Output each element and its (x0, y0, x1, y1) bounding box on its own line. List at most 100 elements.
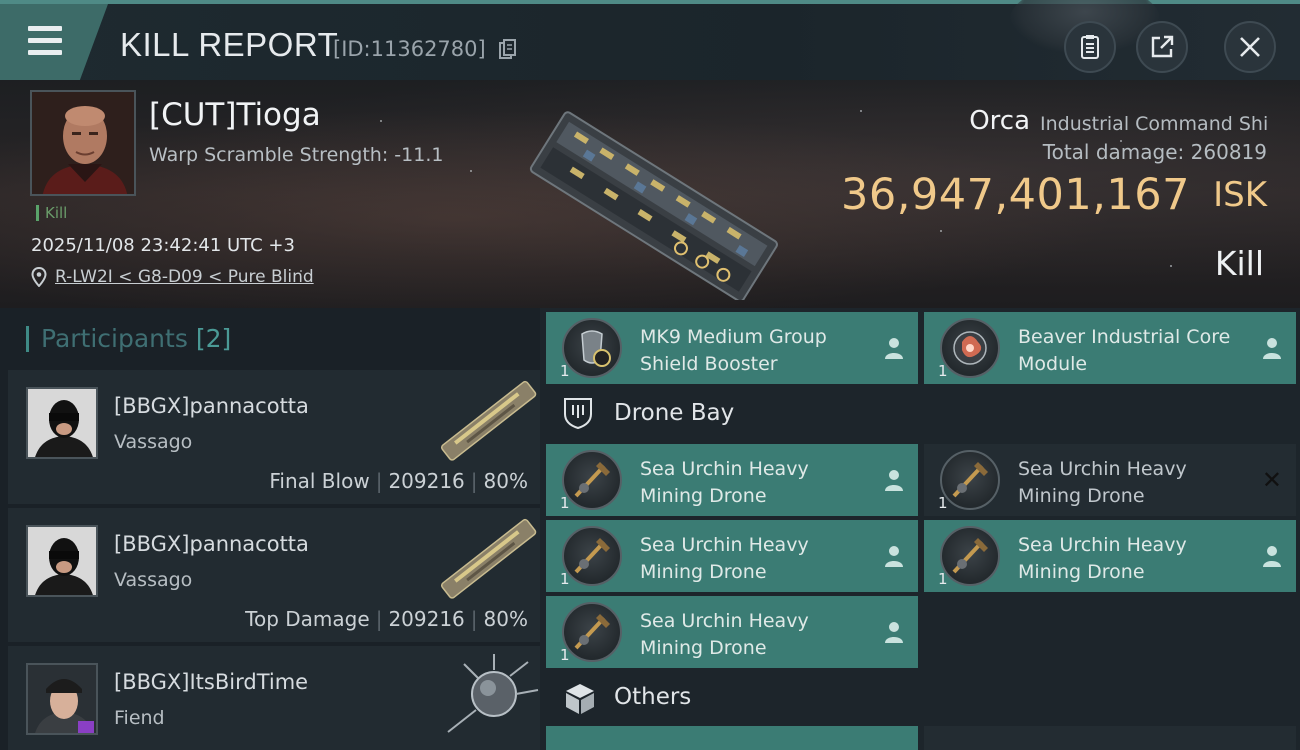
person-icon (1263, 338, 1281, 359)
kill-datetime: 2025/11/08 23:42:41 UTC +3 (31, 235, 295, 256)
mining-drone-icon (940, 450, 1000, 510)
victim-portrait[interactable] (30, 90, 136, 196)
participant-damage: 209216 (388, 607, 465, 631)
item-slot[interactable]: 1 Beaver Industrial Core Module (924, 312, 1296, 384)
mining-drone-icon (562, 450, 622, 510)
mining-drone-icon (562, 602, 622, 662)
participant-percent: 80% (483, 607, 528, 631)
participant-portrait (26, 663, 98, 735)
shield-drone-icon (564, 398, 592, 430)
item-quantity: 1 (560, 494, 570, 512)
item-name: Sea Urchin Heavy Mining Drone (640, 458, 809, 507)
participant-ship: Vassago (114, 431, 193, 453)
participant-ship-image (447, 654, 539, 733)
participant-percent: 80% (483, 469, 528, 493)
item-quantity: 1 (560, 646, 570, 664)
location-pin-icon (31, 267, 47, 287)
menu-icon (28, 26, 62, 56)
copy-icon[interactable] (499, 39, 517, 60)
item-slot[interactable] (924, 726, 1296, 750)
victim-name[interactable]: [CUT]Tioga (149, 97, 321, 133)
location-link[interactable]: R-LW2I < G8-D09 < Pure Blind (55, 267, 314, 287)
cube-icon (566, 684, 594, 714)
participant-stats: Final Blow | 209216 | 80% (269, 469, 528, 493)
total-damage-label: Total damage: (1042, 140, 1185, 164)
items-panel: 1 MK9 Medium Group Shield Booster 1 Beav… (540, 308, 1300, 750)
person-icon (885, 622, 903, 643)
mining-drone-icon (562, 526, 622, 586)
avatar (28, 665, 96, 733)
item-name: Sea Urchin Heavy Mining Drone (1018, 458, 1187, 507)
item-quantity: 1 (938, 362, 948, 380)
core-module-icon (940, 318, 1000, 378)
item-quantity: 1 (938, 494, 948, 512)
item-slot[interactable]: 1 Sea Urchin Heavy Mining Drone (924, 520, 1296, 592)
mining-drone-icon (940, 526, 1000, 586)
drone-bay-title: Drone Bay (614, 400, 735, 426)
person-icon (885, 546, 903, 567)
participants-panel: Participants [2] [BBGX]pannacotta Vassag… (0, 308, 540, 750)
clipboard-icon (1081, 35, 1099, 59)
participant-portrait (26, 525, 98, 597)
participant-role: Final Blow (269, 469, 370, 493)
person-icon (885, 338, 903, 359)
clipboard-button[interactable] (1064, 21, 1116, 73)
participant-card[interactable]: [BBGX]ItsBirdTime Fiend (8, 646, 540, 750)
shield-booster-icon (562, 318, 622, 378)
participants-header[interactable]: Participants [2] (26, 326, 231, 352)
header-bar: KILL REPORT [ID:11362780] (0, 0, 1300, 80)
item-name: MK9 Medium Group Shield Booster (640, 326, 827, 375)
participant-name[interactable]: [BBGX]pannacotta (114, 394, 309, 418)
participant-card[interactable]: [BBGX]pannacotta Vassago Final Blow | 2092… (8, 370, 540, 504)
menu-button[interactable] (0, 4, 108, 80)
isk-value: 36,947,401,167 (841, 170, 1190, 220)
item-slot[interactable]: 1 Sea Urchin Heavy Mining Drone (546, 444, 918, 516)
participant-stats: Top Damage | 209216 | 80% (245, 607, 528, 631)
destroyed-x-icon: ✕ (1261, 466, 1282, 494)
avatar (28, 389, 96, 457)
avatar (32, 92, 134, 194)
item-slot[interactable]: 1 Sea Urchin Heavy Mining Drone (546, 520, 918, 592)
kill-result: Kill (1214, 244, 1264, 283)
share-button[interactable] (1136, 21, 1188, 73)
item-name: Sea Urchin Heavy Mining Drone (640, 610, 809, 659)
participant-name[interactable]: [BBGX]ItsBirdTime (114, 670, 308, 694)
avatar (28, 527, 96, 595)
others-title: Others (614, 684, 692, 710)
kill-tag: Kill (36, 205, 67, 221)
item-name: Sea Urchin Heavy Mining Drone (1018, 534, 1187, 583)
page-title: KILL REPORT (120, 26, 339, 63)
participant-ship-image (440, 518, 537, 599)
report-id: [ID:11362780] (333, 37, 486, 61)
close-icon (1240, 37, 1260, 57)
item-slot[interactable] (546, 726, 918, 750)
victim-ship-class: Industrial Command Shi (1040, 113, 1268, 135)
close-button[interactable] (1224, 21, 1276, 73)
isk-unit: ISK (1213, 175, 1267, 215)
item-quantity: 1 (560, 570, 570, 588)
participant-card[interactable]: [BBGX]pannacotta Vassago Top Damage | 2092… (8, 508, 540, 642)
item-quantity: 1 (938, 570, 948, 588)
victim-ship-name[interactable]: Orca (969, 106, 1030, 136)
participants-label: Participants (41, 324, 188, 353)
item-name: Beaver Industrial Core Module (1018, 326, 1231, 375)
participant-ship: Fiend (114, 707, 165, 729)
participant-portrait (26, 387, 98, 459)
warp-scramble-strength: Warp Scramble Strength: -11.1 (149, 144, 444, 166)
item-slot[interactable]: 1 Sea Urchin Heavy Mining Drone ✕ (924, 444, 1296, 516)
item-name: Sea Urchin Heavy Mining Drone (640, 534, 809, 583)
participant-damage: 209216 (388, 469, 465, 493)
participants-count: [2] (195, 324, 232, 353)
participant-name[interactable]: [BBGX]pannacotta (114, 532, 309, 556)
total-damage-value: 260819 (1190, 140, 1267, 164)
total-damage: Total damage: 260819 (1043, 140, 1267, 164)
participant-role: Top Damage (245, 607, 370, 631)
item-slot[interactable]: 1 Sea Urchin Heavy Mining Drone (546, 596, 918, 668)
share-icon (1151, 35, 1174, 58)
item-quantity: 1 (560, 362, 570, 380)
person-icon (885, 470, 903, 491)
victim-ship-image[interactable] (510, 110, 800, 300)
participant-ship-image (440, 380, 537, 461)
item-slot[interactable]: 1 MK9 Medium Group Shield Booster (546, 312, 918, 384)
person-icon (1263, 546, 1281, 567)
